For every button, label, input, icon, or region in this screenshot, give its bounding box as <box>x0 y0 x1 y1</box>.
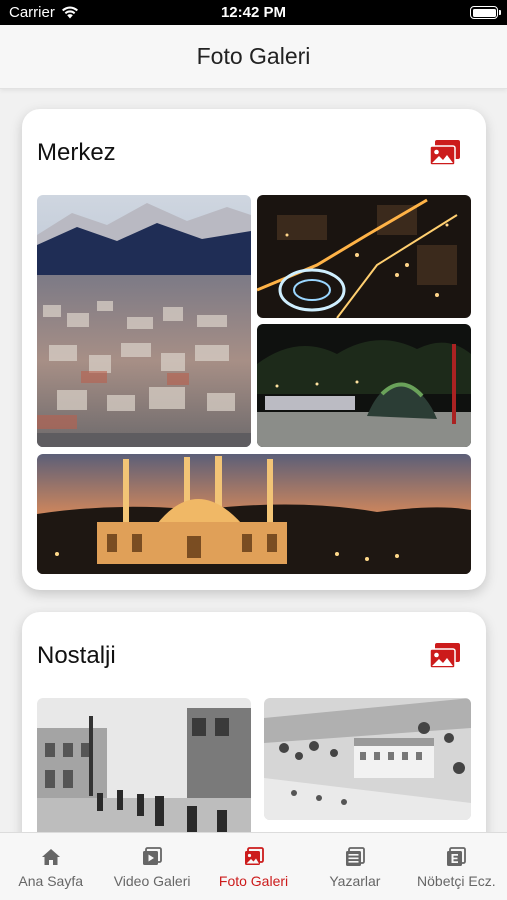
tab-label: Ana Sayfa <box>18 873 83 889</box>
gallery-photo[interactable] <box>264 698 471 820</box>
video-icon <box>143 847 163 865</box>
gallery-photo[interactable] <box>37 698 251 848</box>
tab-nobetci-eczane[interactable]: Nöbetçi Ecz. <box>406 833 507 900</box>
tab-label: Video Galeri <box>113 873 191 889</box>
gallery-title: Nostalji <box>37 642 116 669</box>
gallery-photo[interactable] <box>257 195 471 318</box>
tab-ana-sayfa[interactable]: Ana Sayfa <box>0 833 101 900</box>
gallery-title: Merkez <box>37 139 116 166</box>
gallery-photo[interactable] <box>37 195 251 447</box>
gallery-photo[interactable] <box>37 454 471 574</box>
gallery-card-merkez[interactable]: Merkez <box>22 109 486 590</box>
nav-header: Foto Galeri <box>0 25 507 89</box>
tab-bar: Ana Sayfa Video Galeri Foto Galeri Yazar… <box>0 832 507 900</box>
photo-gallery-icon[interactable] <box>428 139 462 167</box>
battery-icon <box>470 6 501 19</box>
pharmacy-icon <box>447 847 467 866</box>
photo-gallery-icon[interactable] <box>428 642 462 670</box>
photo-icon <box>244 847 264 865</box>
gallery-photo[interactable] <box>257 324 471 447</box>
tab-video-galeri[interactable]: Video Galeri <box>101 833 202 900</box>
clock: 12:42 PM <box>220 4 287 21</box>
tab-yazarlar[interactable]: Yazarlar <box>304 833 405 900</box>
gallery-card-nostalji[interactable]: Nostalji <box>22 612 486 862</box>
home-icon <box>41 849 60 865</box>
status-bar: Carrier 12:42 PM <box>0 0 507 25</box>
page-title: Foto Galeri <box>196 43 311 69</box>
tab-foto-galeri[interactable]: Foto Galeri <box>203 833 304 900</box>
tab-label: Yazarlar <box>329 873 381 889</box>
newspaper-icon <box>345 847 365 866</box>
tab-label: Foto Galeri <box>218 873 289 889</box>
tab-label: Nöbetçi Ecz. <box>417 873 496 889</box>
